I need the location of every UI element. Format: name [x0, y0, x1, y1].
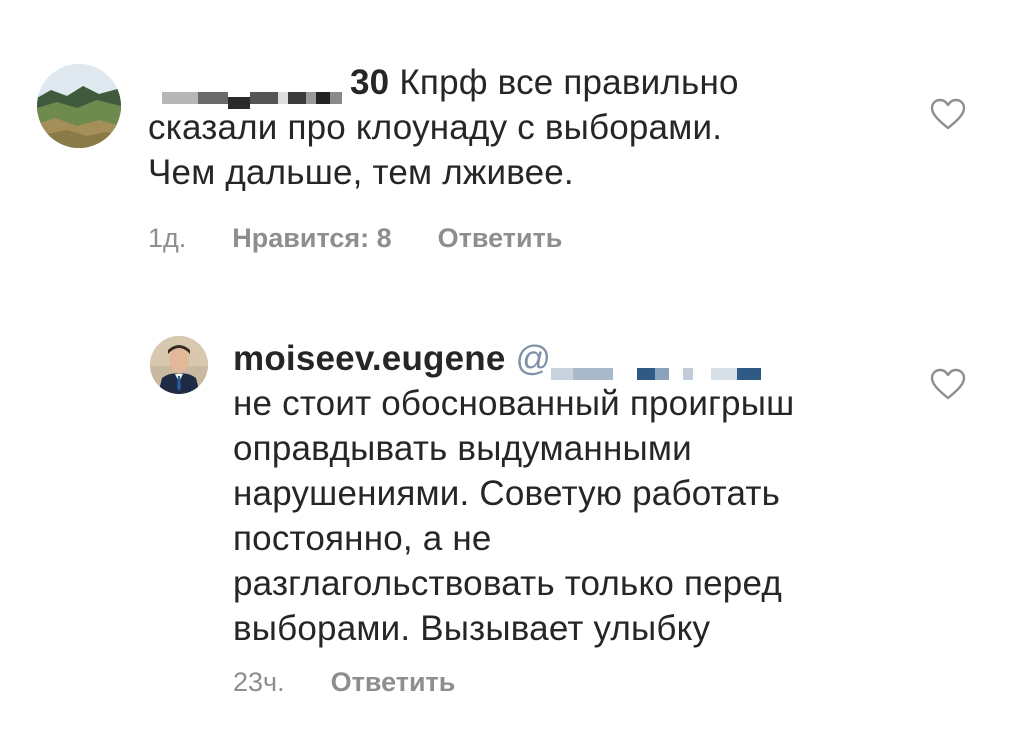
comment-line: оправдывать выдуманными [233, 429, 692, 468]
reply-button[interactable]: Ответить [438, 223, 563, 253]
timestamp[interactable]: 23ч. [233, 667, 285, 697]
avatar[interactable] [37, 64, 121, 148]
comment-line: выборами. Вызывает улыбку [233, 609, 711, 648]
reply-button[interactable]: Ответить [331, 667, 456, 697]
comment-line: не стоит обоснованный проигрыш [233, 384, 795, 423]
comments-page: 30 Кпрф все правильно сказали про клоунад… [0, 0, 1024, 751]
comment-line: moiseev.eugene @ [233, 336, 913, 381]
avatar[interactable] [150, 336, 208, 394]
comment-line: разглагольствовать только перед [233, 564, 782, 603]
comment-text: Кпрф все правильно [399, 63, 739, 102]
landscape-avatar-image [37, 64, 121, 148]
blurred-mention[interactable] [551, 349, 801, 380]
comment-body: moiseev.eugene @ не стоит обоснованный п… [233, 336, 913, 651]
comment-meta: 1д. Нравится: 8 Ответить [148, 222, 562, 254]
comment-body: 30 Кпрф все правильно сказали про клоунад… [148, 60, 908, 195]
mention[interactable]: @ [515, 339, 801, 380]
username-suffix[interactable]: 30 [350, 63, 389, 102]
man-portrait-avatar-image [150, 336, 208, 394]
comment-line: Чем дальше, тем лживее. [148, 153, 574, 192]
username[interactable]: moiseev.eugene [233, 339, 506, 378]
likes-count[interactable]: Нравится: 8 [232, 223, 391, 253]
comment-meta: 23ч. Ответить [233, 666, 455, 698]
comment-line: нарушениями. Советую работать [233, 474, 781, 513]
blurred-username[interactable] [148, 73, 380, 109]
timestamp[interactable]: 1д. [148, 223, 186, 253]
comment-line: 30 Кпрф все правильно [148, 60, 908, 109]
comment: moiseev.eugene @ не стоит обоснованный п… [0, 300, 1024, 740]
mention-at-sign: @ [515, 339, 552, 378]
comment-line: сказали про клоунаду с выборами. [148, 108, 723, 147]
comment-line: постоянно, а не [233, 519, 492, 558]
heart-outline-icon[interactable] [930, 98, 966, 130]
comment: 30 Кпрф все правильно сказали про клоунад… [0, 0, 1024, 270]
heart-outline-icon[interactable] [930, 368, 966, 400]
